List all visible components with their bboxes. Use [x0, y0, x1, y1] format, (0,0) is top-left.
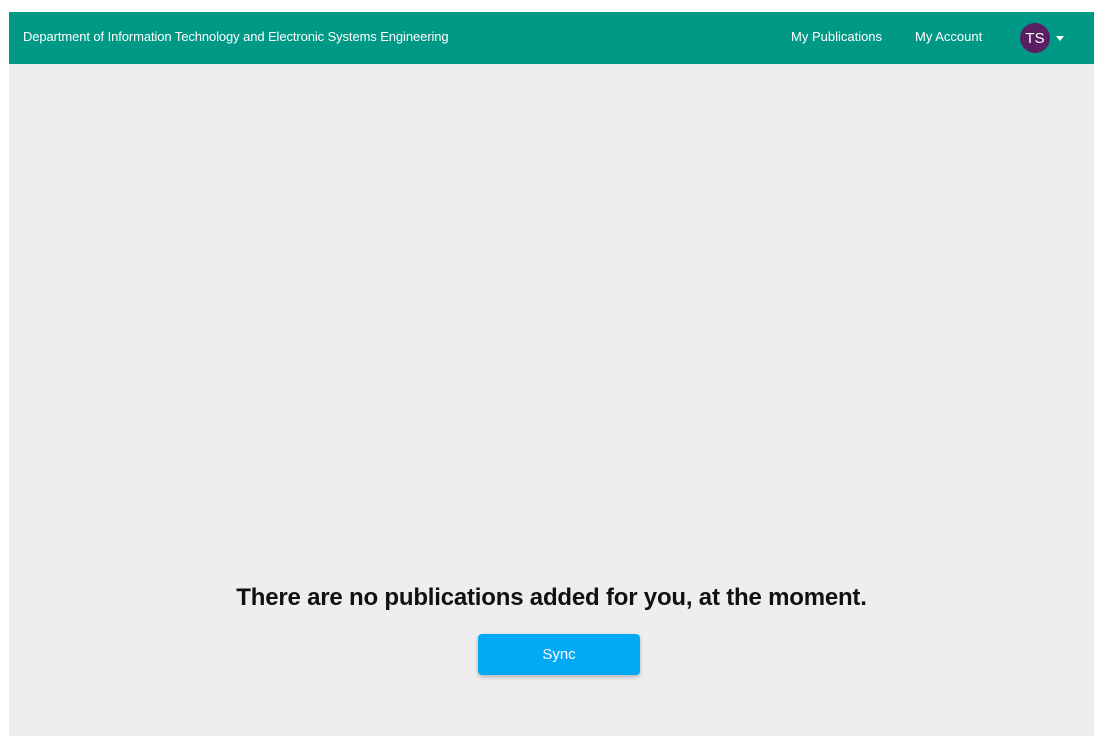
caret-down-icon [1056, 35, 1064, 41]
user-menu[interactable]: TS [1020, 23, 1064, 53]
top-navbar: Department of Information Technology and… [9, 12, 1094, 64]
empty-state-message: There are no publications added for you,… [236, 584, 867, 611]
sync-button[interactable]: Sync [478, 634, 640, 675]
nav-link-my-publications[interactable]: My Publications [791, 29, 882, 44]
app-window: Department of Information Technology and… [9, 12, 1094, 736]
department-title: Department of Information Technology and… [23, 29, 449, 44]
avatar: TS [1020, 23, 1050, 53]
nav-link-my-account[interactable]: My Account [915, 29, 982, 44]
